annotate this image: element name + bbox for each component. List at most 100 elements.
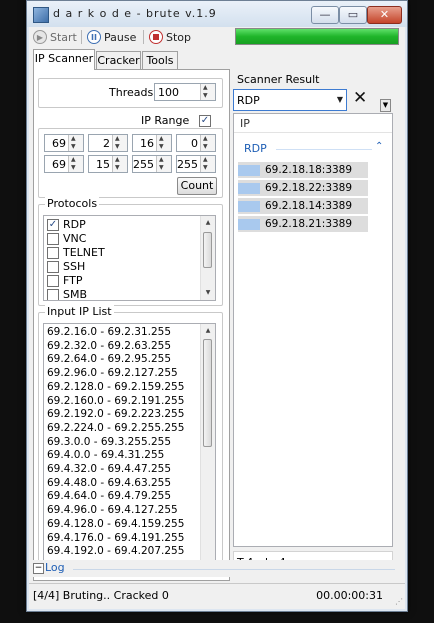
ip-list-item[interactable]: 69.2.224.0 - 69.2.255.255 — [47, 422, 184, 435]
close-button[interactable]: ✕ — [367, 6, 402, 24]
ip-list-item[interactable]: 69.4.64.0 - 69.4.79.255 — [47, 490, 171, 503]
row-marker — [238, 219, 260, 230]
tab-cracker[interactable]: Cracker — [96, 51, 141, 69]
scanner-result-legend: Scanner Result — [237, 73, 320, 86]
protocol-checkbox[interactable] — [47, 289, 59, 300]
range-start-octet-2[interactable]: 2 ▲ ▼ — [88, 134, 128, 152]
ip-list-item[interactable]: 69.4.128.0 - 69.4.159.255 — [47, 518, 184, 531]
status-text: [4/4] Bruting.. Cracked 0 — [33, 589, 169, 602]
chevron-up-icon[interactable]: ⌃ — [375, 141, 383, 152]
resize-grip-icon[interactable]: ⋰ — [395, 597, 403, 606]
ip-range-label: IP Range — [141, 114, 190, 127]
count-button[interactable]: Count — [177, 177, 217, 195]
sort-icon[interactable]: ▼ — [380, 99, 391, 112]
scroll-down-icon[interactable]: ▼ — [201, 286, 215, 300]
ip-list-item[interactable]: 69.4.192.0 - 69.4.207.255 — [47, 545, 184, 558]
results-column-header[interactable]: IP — [234, 114, 392, 133]
scanner-result-group: Scanner Result RDP ▼ ✕ ▼ IP RDP ⌃ 69.2.1… — [233, 73, 400, 579]
spinner-arrows[interactable]: ▲ ▼ — [200, 84, 215, 100]
log-label[interactable]: Log — [45, 561, 65, 574]
progress-bar — [235, 28, 399, 45]
result-row[interactable]: 69.2.18.18:3389 — [238, 162, 368, 178]
protocols-group: Protocols ✓ RDP VNC TELNET SSH FTP SMB ▲ … — [38, 197, 223, 306]
results-group-label[interactable]: RDP — [244, 142, 267, 155]
protocol-checkbox[interactable] — [47, 247, 59, 259]
toolbar: ▶ Start II Pause Stop — [29, 27, 405, 49]
stop-label: Stop — [166, 30, 192, 44]
ip-list-item[interactable]: 69.2.64.0 - 69.2.95.255 — [47, 353, 171, 366]
protocol-checkbox[interactable] — [47, 261, 59, 273]
range-end-octet-2[interactable]: 15 ▲ ▼ — [88, 155, 128, 173]
input-ip-group: Input IP List 69.2.16.0 - 69.2.31.255 69.… — [38, 305, 223, 576]
tab-ip-scanner[interactable]: IP Scanner — [33, 49, 95, 70]
row-marker — [238, 201, 260, 212]
threads-spinner[interactable]: 100 ▲ ▼ — [154, 83, 216, 101]
app-icon — [33, 7, 49, 23]
maximize-button[interactable]: ▭ — [339, 6, 367, 24]
results-list: IP RDP ⌃ 69.2.18.18:3389 69.2.18.22:3389… — [233, 113, 393, 547]
progress-fill — [236, 29, 398, 44]
protocols-list: ✓ RDP VNC TELNET SSH FTP SMB ▲ ▼ — [43, 215, 216, 301]
ip-list-item[interactable]: 69.4.96.0 - 69.4.127.255 — [47, 504, 178, 517]
protocols-legend: Protocols — [45, 197, 100, 210]
chevron-down-icon[interactable]: ▼ — [334, 90, 346, 110]
log-section: − Log — [33, 560, 401, 577]
result-row[interactable]: 69.2.18.22:3389 — [238, 180, 368, 196]
filter-value: RDP — [237, 94, 260, 107]
ip-list-item[interactable]: 69.4.176.0 - 69.4.191.255 — [47, 532, 184, 545]
client-area: ▶ Start II Pause Stop IP Scanner Cracker… — [29, 27, 405, 609]
log-divider — [73, 569, 395, 570]
stop-icon — [149, 30, 163, 44]
main-window: d a r k o d e - brute v.1.9 — ▭ ✕ ▶ Star… — [26, 0, 408, 612]
ip-list-item[interactable]: 69.2.16.0 - 69.2.31.255 — [47, 326, 171, 339]
ip-list-item[interactable]: 69.2.192.0 - 69.2.223.255 — [47, 408, 184, 421]
protocol-checkbox[interactable]: ✓ — [47, 219, 59, 231]
scroll-thumb[interactable] — [203, 232, 212, 268]
collapse-icon[interactable]: − — [33, 563, 44, 574]
clear-results-icon[interactable]: ✕ — [353, 88, 367, 108]
ip-list-item[interactable]: 69.4.48.0 - 69.4.63.255 — [47, 477, 171, 490]
protocol-checkbox[interactable] — [47, 233, 59, 245]
toolbar-separator — [81, 30, 82, 44]
ip-list-item[interactable]: 69.2.96.0 - 69.2.127.255 — [47, 367, 178, 380]
ip-list-item[interactable]: 69.2.32.0 - 69.2.63.255 — [47, 340, 171, 353]
scroll-thumb[interactable] — [203, 339, 212, 447]
tab-tools[interactable]: Tools — [142, 51, 178, 69]
range-end-octet-4[interactable]: 255 ▲ ▼ — [176, 155, 216, 173]
pause-button[interactable]: II Pause — [87, 28, 136, 46]
protocol-checkbox[interactable] — [47, 275, 59, 287]
protocols-scrollbar[interactable]: ▲ ▼ — [200, 216, 215, 300]
row-marker — [238, 165, 260, 176]
range-start-octet-4[interactable]: 0 ▲ ▼ — [176, 134, 216, 152]
ip-list-item[interactable]: 69.3.0.0 - 69.3.255.255 — [47, 436, 171, 449]
start-button[interactable]: ▶ Start — [33, 28, 77, 46]
stop-button[interactable]: Stop — [149, 28, 191, 46]
start-label: Start — [50, 30, 77, 44]
minimize-button[interactable]: — — [311, 6, 339, 24]
ip-list-item[interactable]: 69.2.128.0 - 69.2.159.255 — [47, 381, 184, 394]
elapsed-time: 00.00:00:31 — [316, 589, 383, 602]
title-bar[interactable]: d a r k o d e - brute v.1.9 — ▭ ✕ — [27, 1, 407, 27]
pause-icon: II — [87, 30, 101, 44]
toolbar-separator — [143, 30, 144, 44]
group-divider — [276, 149, 372, 150]
result-row[interactable]: 69.2.18.14:3389 — [238, 198, 368, 214]
result-row[interactable]: 69.2.18.21:3389 — [238, 216, 368, 232]
input-ip-legend: Input IP List — [45, 305, 114, 318]
input-ip-list[interactable]: 69.2.16.0 - 69.2.31.255 69.2.32.0 - 69.2.… — [43, 323, 216, 571]
threads-group: Threads: 100 ▲ ▼ — [38, 78, 223, 108]
range-end-octet-3[interactable]: 255 ▲ ▼ — [132, 155, 172, 173]
threads-value: 100 — [158, 86, 179, 99]
protocol-filter-dropdown[interactable]: RDP ▼ — [233, 89, 347, 111]
scroll-up-icon[interactable]: ▲ — [201, 324, 215, 338]
range-end-octet-1[interactable]: 69 ▲ ▼ — [44, 155, 84, 173]
range-start-octet-1[interactable]: 69 ▲ ▼ — [44, 134, 84, 152]
range-start-octet-3[interactable]: 16 ▲ ▼ — [132, 134, 172, 152]
ip-list-scrollbar[interactable]: ▲ ▼ — [200, 324, 215, 570]
pause-label: Pause — [104, 30, 137, 44]
ip-range-checkbox[interactable]: ✓ — [199, 115, 211, 127]
ip-list-item[interactable]: 69.4.32.0 - 69.4.47.255 — [47, 463, 171, 476]
ip-list-item[interactable]: 69.2.160.0 - 69.2.191.255 — [47, 395, 184, 408]
scroll-up-icon[interactable]: ▲ — [201, 216, 215, 230]
ip-list-item[interactable]: 69.4.0.0 - 69.4.31.255 — [47, 449, 164, 462]
